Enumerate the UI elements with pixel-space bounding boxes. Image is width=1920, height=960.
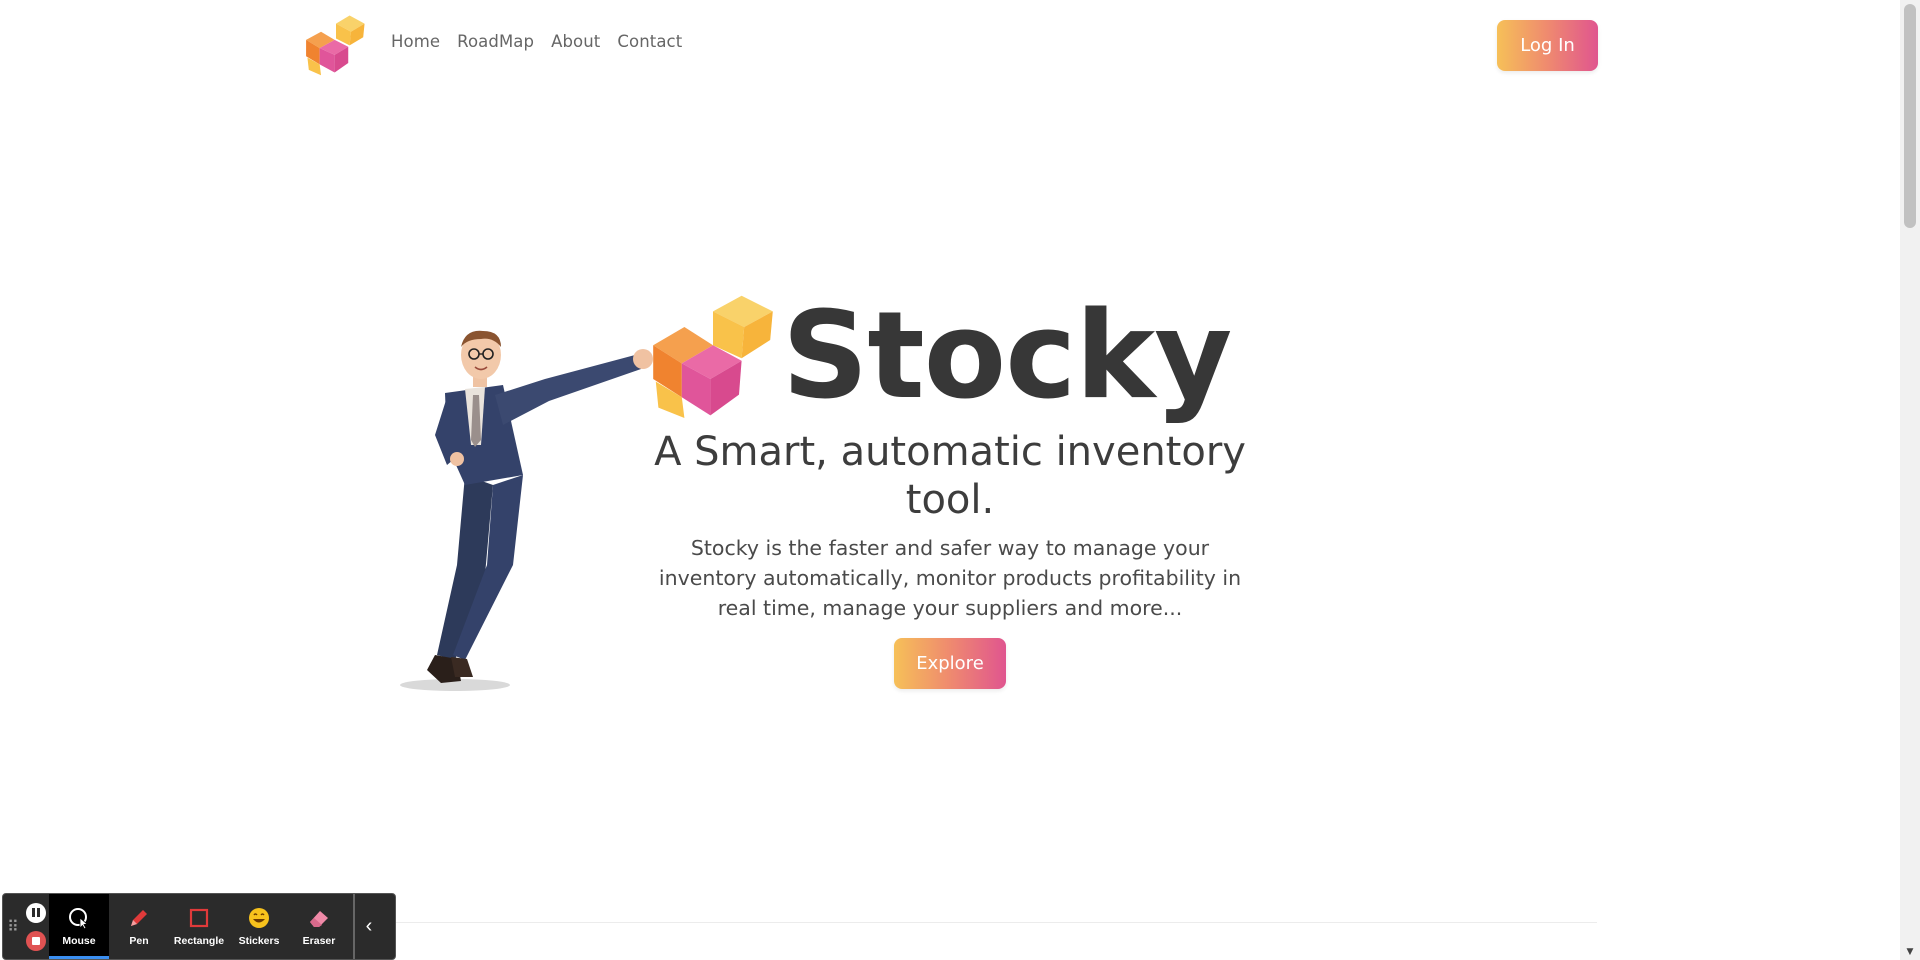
scrollbar-thumb[interactable] — [1904, 4, 1916, 228]
screen-recorder-toolbar: ⠿ Mouse Pen Rectangle Stickers Eraser ‹ — [2, 893, 396, 960]
pen-icon — [127, 906, 151, 930]
nav-home[interactable]: Home — [391, 32, 440, 51]
tool-stickers[interactable]: Stickers — [229, 894, 289, 959]
tool-label: Mouse — [62, 935, 96, 947]
tool-rectangle[interactable]: Rectangle — [169, 894, 229, 959]
nav-contact[interactable]: Contact — [617, 32, 682, 51]
tool-label: Stickers — [238, 935, 280, 947]
page-scrollbar[interactable]: ▼ — [1900, 0, 1920, 960]
pause-recording-button[interactable] — [26, 902, 46, 923]
explore-button[interactable]: Explore — [894, 638, 1006, 689]
collapse-toolbar-chevron-icon[interactable]: ‹ — [353, 894, 383, 959]
tool-label: Eraser — [302, 935, 336, 947]
stocky-cubes-icon — [653, 295, 773, 418]
hero-subtitle: A Smart, automatic inventory tool. — [654, 429, 1246, 523]
businessman-illustration — [400, 330, 653, 691]
tool-label: Rectangle — [173, 935, 225, 947]
sticker-icon — [247, 906, 271, 930]
main-nav: Home RoadMap About Contact — [391, 32, 682, 51]
eraser-icon — [307, 906, 331, 930]
site-header: Home RoadMap About Contact Log In — [0, 0, 1900, 90]
stop-recording-button[interactable] — [26, 930, 46, 951]
scroll-down-arrow-icon[interactable]: ▼ — [1904, 946, 1916, 958]
drag-handle-icon[interactable]: ⠿ — [3, 894, 23, 959]
mouse-cursor-icon — [67, 906, 91, 930]
stocky-logo-icon[interactable] — [302, 10, 370, 78]
recording-controls — [23, 894, 49, 959]
tool-eraser[interactable]: Eraser — [289, 894, 349, 959]
tool-label: Pen — [129, 935, 149, 947]
nav-roadmap[interactable]: RoadMap — [457, 32, 534, 51]
tool-mouse[interactable]: Mouse — [49, 894, 109, 959]
rectangle-icon — [187, 906, 211, 930]
hero-title: Stocky — [782, 287, 1232, 426]
login-button[interactable]: Log In — [1497, 20, 1598, 71]
nav-about[interactable]: About — [551, 32, 600, 51]
section-divider — [395, 922, 1597, 923]
tool-pen[interactable]: Pen — [109, 894, 169, 959]
hero-description: Stocky is the faster and safer way to ma… — [658, 536, 1242, 620]
